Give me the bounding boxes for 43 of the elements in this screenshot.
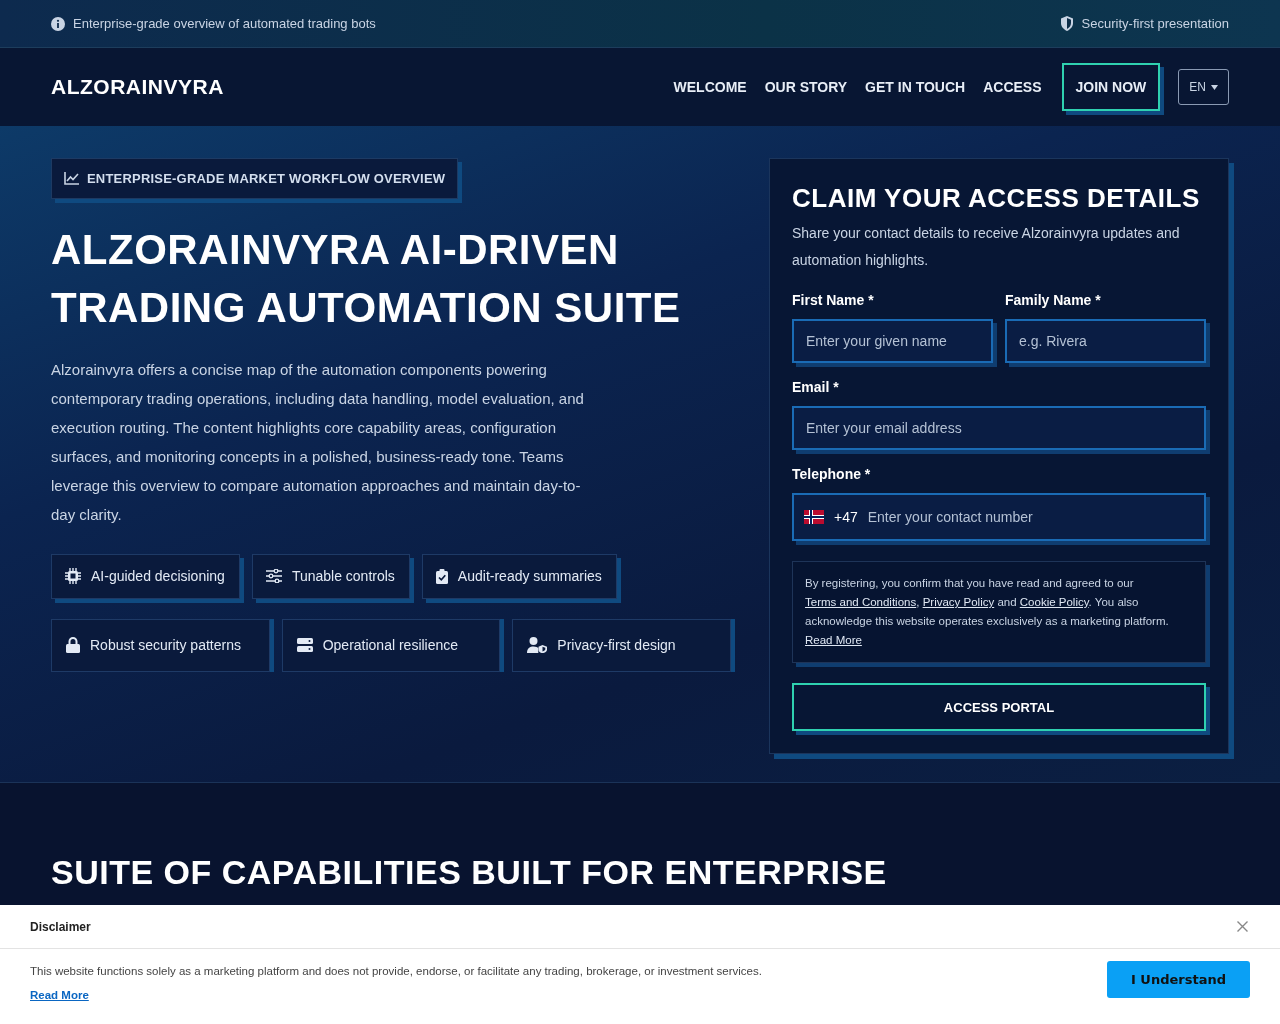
nav-link[interactable]: OUR STORY — [764, 79, 848, 95]
clipboard-check-icon — [435, 568, 448, 584]
section-heading: SUITE OF CAPABILITIES BUILT FOR ENTERPRISE — [51, 853, 888, 892]
disclaimer-title: Disclaimer — [30, 919, 91, 934]
nav-link[interactable]: WELCOME — [673, 79, 747, 95]
user-shield-icon — [527, 637, 548, 653]
hero-title: ALZORAINVYRA AI-DRIVEN TRADING AUTOMATION SUITE — [51, 225, 682, 333]
shield-icon — [1059, 16, 1074, 31]
field-label: Telephone * — [792, 466, 872, 482]
understand-button[interactable]: I Understand — [1107, 961, 1250, 998]
feature-chip: Operational resilience — [281, 619, 501, 672]
logo[interactable]: ALZORAINVYRA — [51, 75, 224, 99]
consent-link[interactable]: Privacy Policy — [922, 596, 995, 608]
form-title: CLAIM YOUR ACCESS DETAILS — [792, 183, 1201, 214]
consent-text: By registering, you confirm that you have read and agreed to our Terms and Conditions, Privacy Policy and Cookie Policy. You also acknowledge this website operates exclusively as a marketing platform. Read More — [805, 576, 1170, 648]
disclaimer-text: This website functions solely as a marketing platform and does not provide, endorse, or facilitate any trading, brokerage, or investment services. — [30, 965, 762, 977]
field-label: First Name * — [792, 292, 875, 308]
phone-number-input[interactable]: Enter your contact number — [867, 509, 1194, 525]
hero-description: Alzorainvyra offers a concise map of the automation components powering contemporary trading operations, including data handling, model evaluation, and execution routing. The content highlights core capability areas, configuration surfaces, and monitoring concepts in a polished, business-ready tone. Teams leverage this overview to compare automation approaches and maintain day-to-day clarity. — [51, 360, 585, 525]
consent-link[interactable]: Cookie Policy — [1019, 596, 1089, 608]
read-more-link[interactable]: Read More — [30, 989, 89, 1001]
text-field[interactable]: Enter your email address — [792, 406, 1206, 450]
field-label: Email * — [792, 379, 840, 395]
language-selector[interactable]: EN — [1178, 69, 1229, 105]
text-field[interactable]: Enter your given name — [792, 319, 993, 363]
text-field[interactable]: e.g. Rivera — [1005, 319, 1206, 363]
line-chart-icon — [64, 172, 79, 185]
sliders-icon — [265, 569, 282, 583]
consent-link[interactable]: Read More — [805, 634, 862, 646]
lock-icon — [66, 637, 80, 653]
form-subtitle: Share your contact details to receive Alzorainvyra updates and automation highlights. — [792, 224, 1181, 270]
norway-flag-icon — [804, 510, 824, 524]
chip-icon — [65, 568, 81, 584]
nav-link[interactable]: ACCESS — [983, 79, 1042, 95]
security-text: Security-first presentation — [1081, 16, 1229, 31]
close-icon[interactable] — [1237, 921, 1248, 932]
nav-link[interactable]: GET IN TOUCH — [865, 79, 966, 95]
country-code: +47 — [834, 509, 858, 525]
info-icon — [51, 16, 65, 31]
info-text: Enterprise-grade overview of automated trading bots — [73, 16, 376, 31]
caret-icon — [1211, 84, 1218, 90]
field-label: Family Name * — [1005, 292, 1102, 308]
server-icon — [296, 638, 313, 652]
